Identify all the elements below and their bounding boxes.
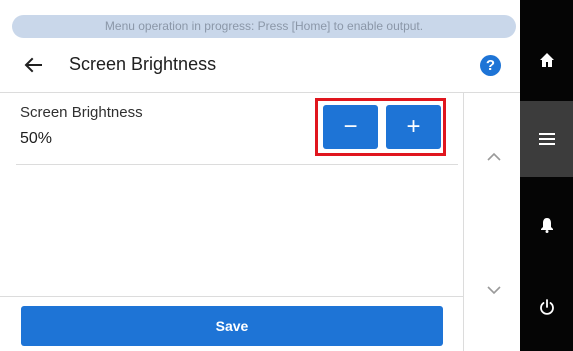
setting-value: 50% — [20, 130, 53, 147]
arrow-left-icon — [24, 57, 42, 73]
chevron-up-icon — [487, 152, 501, 161]
chevron-down-icon — [487, 286, 501, 295]
header-divider — [0, 92, 520, 93]
row-divider — [16, 164, 458, 165]
setting-label: Screen Brightness — [20, 104, 143, 121]
footer-divider — [0, 296, 463, 297]
bell-icon — [540, 218, 553, 233]
power-icon — [539, 299, 554, 315]
back-button[interactable] — [18, 50, 48, 80]
screen-brightness-screen: Menu operation in progress: Press [Home]… — [0, 0, 573, 351]
status-banner: Menu operation in progress: Press [Home]… — [12, 15, 516, 38]
nav-notifications-button[interactable] — [520, 195, 573, 255]
save-button[interactable]: Save — [21, 306, 443, 346]
scroll-up-button[interactable] — [484, 150, 504, 164]
nav-home-button[interactable] — [520, 30, 573, 90]
scroll-down-button[interactable] — [484, 283, 504, 297]
nav-power-button[interactable] — [520, 272, 573, 342]
help-button[interactable]: ? — [480, 55, 501, 76]
menu-icon — [538, 133, 555, 145]
page-title: Screen Brightness — [69, 54, 217, 74]
decrease-button[interactable]: − — [323, 105, 378, 149]
home-icon — [539, 53, 554, 67]
increase-button[interactable]: + — [386, 105, 441, 149]
scroll-column — [463, 93, 520, 351]
nav-menu-button[interactable] — [520, 101, 573, 177]
